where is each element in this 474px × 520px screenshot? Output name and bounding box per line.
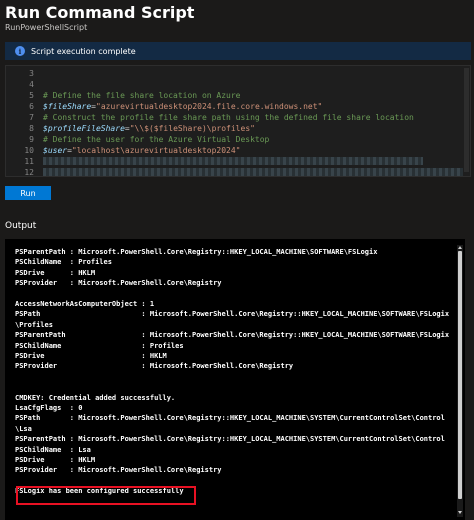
output-scrollbar-thumb[interactable] <box>458 251 462 499</box>
code-statement: $fileShare="azurevirtualdesktop2024.file… <box>43 101 322 112</box>
output-line: \Lsa <box>15 424 32 433</box>
blade-header: Run Command Script RunPowerShellScript <box>0 0 474 36</box>
output-line: PSParentPath : Microsoft.PowerShell.Core… <box>15 248 378 256</box>
output-line: PSParentPath : Microsoft.PowerShell.Core… <box>15 331 450 340</box>
page-subtitle: RunPowerShellScript <box>5 23 88 32</box>
code-string: "localhost\azurevirtualdesktop2024" <box>71 146 241 155</box>
success-highlight-box <box>16 486 196 505</box>
output-line: PSParentPath : Microsoft.PowerShell.Core… <box>15 435 445 444</box>
line-number: 4 <box>29 80 34 89</box>
info-icon: i <box>15 46 25 56</box>
line-number: 6 <box>29 102 34 111</box>
output-label: Output <box>5 221 37 231</box>
code-comment: # Construct the profile file share path … <box>43 113 414 122</box>
code-line[interactable]: 6 $fileShare="azurevirtualdesktop2024.fil… <box>6 101 466 112</box>
code-statement: $user="localhost\azurevirtualdesktop2024… <box>43 145 241 156</box>
code-line[interactable]: 9 # Define the user for the Azure Virtual… <box>6 134 466 145</box>
line-number: 8 <box>29 124 34 133</box>
output-line: CMDKEY: Credential added successfully. <box>15 393 176 402</box>
code-line[interactable]: 5 # Define the file share location on Azu… <box>6 90 466 101</box>
run-button[interactable]: Run <box>5 186 51 200</box>
output-line: PSDrive : HKLM <box>15 456 96 464</box>
output-line: PSChildName : Profiles <box>15 341 184 350</box>
code-line[interactable]: 11 <box>6 156 466 167</box>
code-variable: $profileFileShare <box>43 124 125 133</box>
line-number: 7 <box>29 113 34 122</box>
code-string: "azurevirtualdesktop2024.file.core.windo… <box>96 102 323 111</box>
code-comment: # Define the file share location on Azur… <box>43 91 241 100</box>
code-line[interactable]: 10 $user="localhost\azurevirtualdesktop20… <box>6 145 466 156</box>
code-variable: $fileShare <box>43 102 92 111</box>
output-line: PSDrive : HKLM <box>15 352 167 360</box>
status-banner: i Script execution complete <box>5 42 471 60</box>
code-line[interactable]: 8 $profileFileShare="\\$($fileShare)\prof… <box>6 123 466 134</box>
output-console[interactable]: PSParentPath : Microsoft.PowerShell.Core… <box>5 239 465 520</box>
code-line[interactable]: 4 <box>6 79 466 90</box>
scroll-up-arrow-icon[interactable] <box>458 246 462 249</box>
code-string: "\\$($fileShare)\profiles" <box>129 124 255 133</box>
code-line[interactable]: 7 # Construct the profile file share path… <box>6 112 466 123</box>
script-editor[interactable]: 3 4 5 # Define the file share location on A… <box>5 65 471 177</box>
redacted-code <box>43 168 463 176</box>
line-number: 9 <box>29 135 34 144</box>
status-banner-text: Script execution complete <box>31 46 136 56</box>
line-number: 3 <box>29 69 34 78</box>
code-statement: $profileFileShare="\\$($fileShare)\profi… <box>43 123 255 134</box>
output-line: LsaCfgFlags : 0 <box>15 404 83 412</box>
line-number: 11 <box>24 157 34 166</box>
output-line: PSProvider : Microsoft.PowerShell.Core\R… <box>15 279 222 288</box>
code-comment: # Define the user for the Azure Virtual … <box>43 135 270 144</box>
output-line: PSChildName : Lsa <box>15 445 91 454</box>
output-line: PSProvider : Microsoft.PowerShell.Core\R… <box>15 466 222 475</box>
output-line: \Profiles <box>15 320 53 329</box>
line-number: 10 <box>24 146 34 155</box>
output-line: PSPath : Microsoft.PowerShell.Core\Regis… <box>15 414 445 423</box>
code-line[interactable]: 3 <box>6 68 466 79</box>
output-line: PSDrive : HKLM <box>15 268 96 277</box>
output-line: PSPath : Microsoft.PowerShell.Core\Regis… <box>15 310 450 319</box>
output-line: AccessNetworkAsComputerObject : 1 <box>15 300 155 308</box>
redacted-code <box>43 157 423 165</box>
scroll-down-arrow-icon[interactable] <box>458 511 462 514</box>
line-number: 12 <box>24 168 34 177</box>
code-line[interactable]: 12 <box>6 167 466 177</box>
line-number: 5 <box>29 91 34 100</box>
page-title: Run Command Script <box>5 3 195 22</box>
output-line: PSChildName : Profiles <box>15 258 112 267</box>
output-text-area: PSParentPath : Microsoft.PowerShell.Core… <box>15 247 453 517</box>
code-variable: $user <box>43 146 68 155</box>
output-line: PSProvider : Microsoft.PowerShell.Core\R… <box>15 362 294 371</box>
